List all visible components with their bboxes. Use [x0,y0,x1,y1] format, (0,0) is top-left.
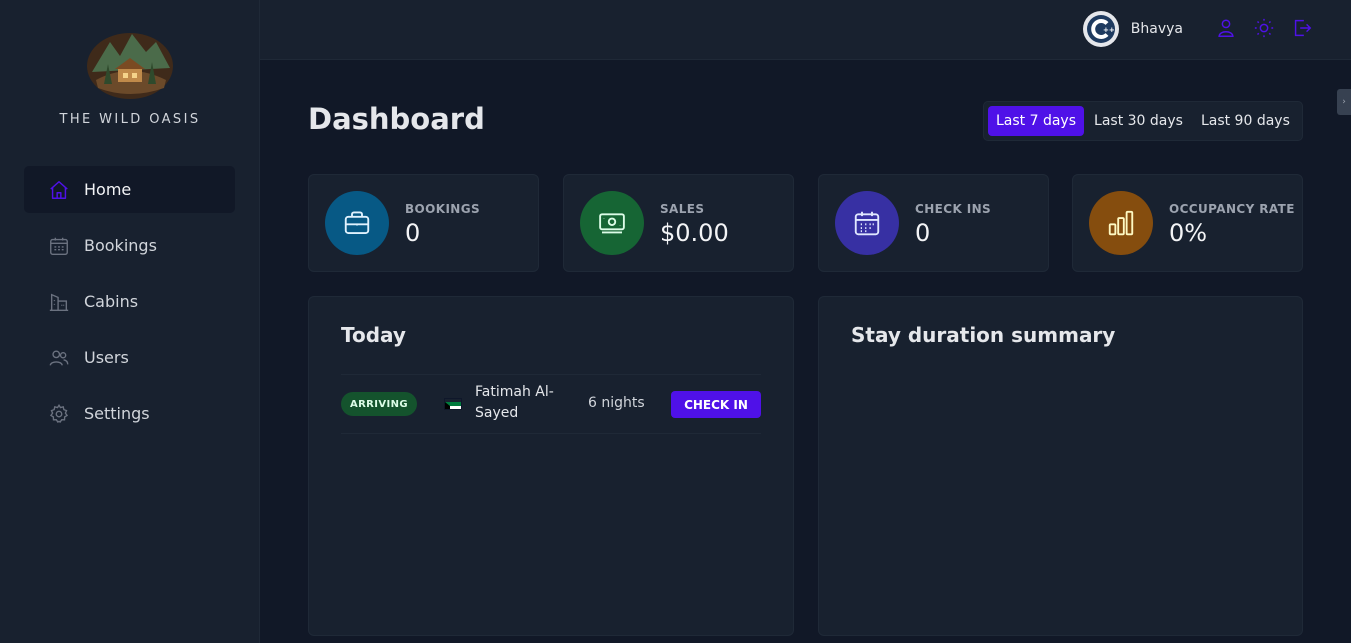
brand-name: THE WILD OASIS [59,112,201,127]
sidebar-item-label: Settings [84,404,150,423]
user-icon[interactable] [1215,17,1237,39]
stat-label: SALES [660,202,705,216]
banknotes-icon [580,191,644,255]
list-item: ARRIVING Fatimah Al-Sayed 6 nights CHECK… [341,374,761,434]
logo: THE WILD OASIS [0,28,260,127]
sidebar-nav: Home Bookings Cabins Users Settings [24,166,235,446]
filter-last-7-days[interactable]: Last 7 days [988,106,1085,136]
stat-bookings: BOOKINGS 0 [308,174,539,272]
sidebar: THE WILD OASIS Home Bookings Cabins User… [0,0,260,643]
status-badge: ARRIVING [341,392,417,416]
home-icon [48,179,70,201]
logout-icon[interactable] [1291,17,1313,39]
filter-last-90-days[interactable]: Last 90 days [1193,106,1298,136]
stat-check-ins: CHECK INS 0 [818,174,1049,272]
sidebar-item-label: Bookings [84,236,157,255]
sidebar-item-label: Home [84,180,132,199]
top-header: ++ Bhavya [260,0,1351,60]
check-in-button[interactable]: CHECK IN [671,391,761,418]
stat-sales: SALES $0.00 [563,174,794,272]
sidebar-item-users[interactable]: Users [24,334,235,381]
sidebar-item-bookings[interactable]: Bookings [24,222,235,269]
username: Bhavya [1130,21,1183,37]
stat-value: 0 [405,219,421,247]
flag-icon [444,398,462,410]
filter-last-30-days[interactable]: Last 30 days [1086,106,1191,136]
sidebar-item-label: Users [84,348,129,367]
stat-value: 0% [1169,219,1208,247]
stat-value: $0.00 [660,219,729,247]
sun-icon[interactable] [1253,17,1275,39]
stay-duration-panel: Stay duration summary [818,296,1303,636]
page-title: Dashboard [308,102,485,136]
date-filter: Last 7 days Last 30 days Last 90 days [983,101,1303,141]
svg-text:++: ++ [1103,26,1115,34]
stat-label: OCCUPANCY RATE [1169,202,1295,216]
users-icon [48,347,70,369]
sidebar-item-cabins[interactable]: Cabins [24,278,235,325]
gear-icon [48,403,70,425]
guest-name: Fatimah Al-Sayed [475,384,554,421]
stay-nights: 6 nights [588,395,645,411]
stat-label: BOOKINGS [405,202,481,216]
calendar-days-icon [835,191,899,255]
chart-bar-icon [1089,191,1153,255]
sidebar-item-home[interactable]: Home [24,166,235,213]
header-menu [1215,17,1313,39]
today-panel: Today ARRIVING Fatimah Al-Sayed 6 nights… [308,296,794,636]
calendar-icon [48,235,70,257]
briefcase-icon [325,191,389,255]
stat-label: CHECK INS [915,202,992,216]
user-profile[interactable]: ++ Bhavya [1082,11,1183,47]
side-toggle-tab[interactable]: › [1337,89,1351,115]
logo-image [87,33,173,99]
avatar: ++ [1082,11,1119,47]
sidebar-item-label: Cabins [84,292,139,311]
stat-value: 0 [915,219,931,247]
stat-occupancy-rate: OCCUPANCY RATE 0% [1072,174,1303,272]
stay-duration-title: Stay duration summary [851,323,1116,347]
today-title: Today [341,323,406,347]
building-icon [48,291,70,313]
sidebar-item-settings[interactable]: Settings [24,390,235,437]
